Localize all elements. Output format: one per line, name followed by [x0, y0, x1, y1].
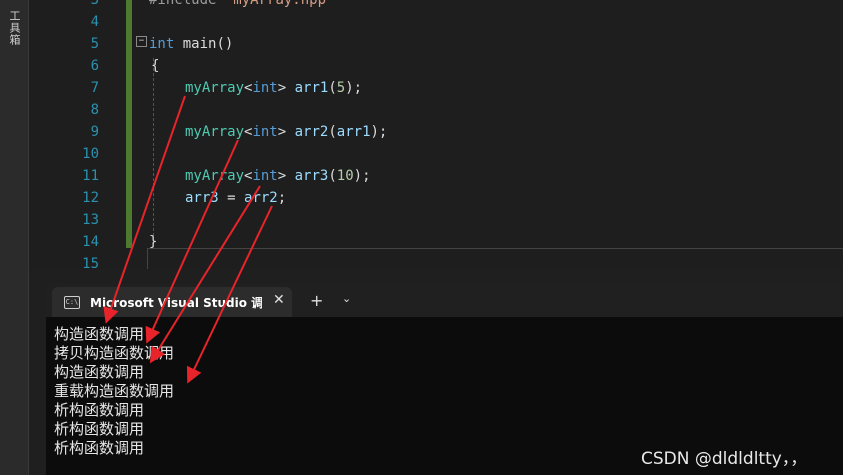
variable-name: arr2: [294, 124, 329, 140]
assign-rhs: arr2: [244, 190, 278, 206]
code-line-5[interactable]: int main(): [149, 33, 233, 55]
code-line-12[interactable]: arr3 = arr2;: [185, 187, 286, 209]
template-param: int: [252, 124, 278, 140]
line-number: 14: [82, 234, 99, 250]
console-tab-title: Microsoft Visual Studio 调试控制台: [90, 296, 262, 310]
csdn-watermark: CSDN @dldldltty，，: [641, 449, 808, 469]
return-type: int: [149, 36, 175, 52]
chevron-down-icon[interactable]: ⌄: [342, 292, 351, 305]
change-indicator-bar: [126, 0, 132, 248]
template-close: >: [277, 80, 287, 96]
code-line-7[interactable]: myArray<int> arr1(5);: [185, 77, 362, 99]
line-number: 11: [82, 168, 99, 184]
include-file: "myArray.hpp": [224, 0, 335, 8]
console-output-line: 拷贝构造函数调用: [54, 344, 175, 362]
line-number: 12: [82, 190, 99, 206]
template-param: int: [252, 168, 278, 184]
line-number: 7: [90, 80, 99, 96]
line-number: 10: [82, 146, 99, 162]
code-line-11[interactable]: myArray<int> arr3(10);: [185, 165, 371, 187]
function-name: main: [182, 36, 217, 52]
fold-toggle[interactable]: −: [136, 36, 147, 47]
template-param: int: [252, 80, 278, 96]
code-editor[interactable]: 3 4 5 6 7 8 9 10 11 12 13 14 15 − #inclu…: [29, 0, 843, 270]
line-number: 3: [90, 0, 99, 8]
console-output-line: 析构函数调用: [54, 401, 145, 419]
console-output-line: 析构函数调用: [54, 420, 145, 438]
template-close: >: [277, 168, 287, 184]
statement-end: ;: [277, 190, 287, 206]
console-output-line: 构造函数调用: [54, 363, 145, 381]
assign-operator: =: [218, 190, 245, 206]
statement-end: );: [353, 168, 371, 184]
line-number: 6: [90, 58, 99, 74]
console-output-line: 析构函数调用: [54, 439, 145, 457]
constructor-arg: 5: [336, 80, 346, 96]
line-number: 8: [90, 102, 99, 118]
line-number: 9: [90, 124, 99, 140]
template-close: >: [277, 124, 287, 140]
constructor-arg: arr1: [336, 124, 371, 140]
editor-horizontal-scrollbar[interactable]: [147, 248, 843, 269]
line-number: 5: [90, 36, 99, 52]
class-name: myArray: [185, 80, 245, 96]
paren-open: (: [328, 80, 337, 96]
code-line-9[interactable]: myArray<int> arr2(arr1);: [185, 121, 387, 143]
terminal-tab-bar: C:\ Microsoft Visual Studio 调试控制台 ✕ + ⌄: [46, 283, 843, 317]
line-number: 4: [90, 14, 99, 30]
toolbox-label[interactable]: 工具箱: [6, 10, 22, 46]
paren-open: (: [328, 124, 337, 140]
variable-name: arr3: [294, 168, 329, 184]
console-output-line: 重载构造函数调用: [54, 382, 175, 400]
code-line-3[interactable]: #include "myArray.hpp": [149, 0, 334, 11]
console-icon: C:\: [64, 296, 80, 309]
new-tab-button[interactable]: +: [310, 291, 323, 310]
paren-open: (: [328, 168, 337, 184]
line-number: 15: [82, 256, 99, 270]
code-line-6[interactable]: {: [151, 55, 159, 77]
indent-guide: [153, 58, 154, 236]
variable-name: arr1: [294, 80, 329, 96]
statement-end: );: [345, 80, 363, 96]
function-params: (): [216, 36, 234, 52]
statement-end: );: [370, 124, 388, 140]
line-number: 13: [82, 212, 99, 228]
console-tab[interactable]: C:\ Microsoft Visual Studio 调试控制台 ✕: [52, 287, 292, 317]
toolbox-panel[interactable]: 工具箱: [0, 0, 29, 475]
console-output-line: 构造函数调用: [54, 325, 145, 343]
close-icon[interactable]: ✕: [273, 292, 285, 308]
class-name: myArray: [185, 168, 245, 184]
constructor-arg: 10: [336, 168, 354, 184]
assign-lhs: arr3: [185, 190, 219, 206]
include-directive: #include: [149, 0, 217, 8]
class-name: myArray: [185, 124, 245, 140]
